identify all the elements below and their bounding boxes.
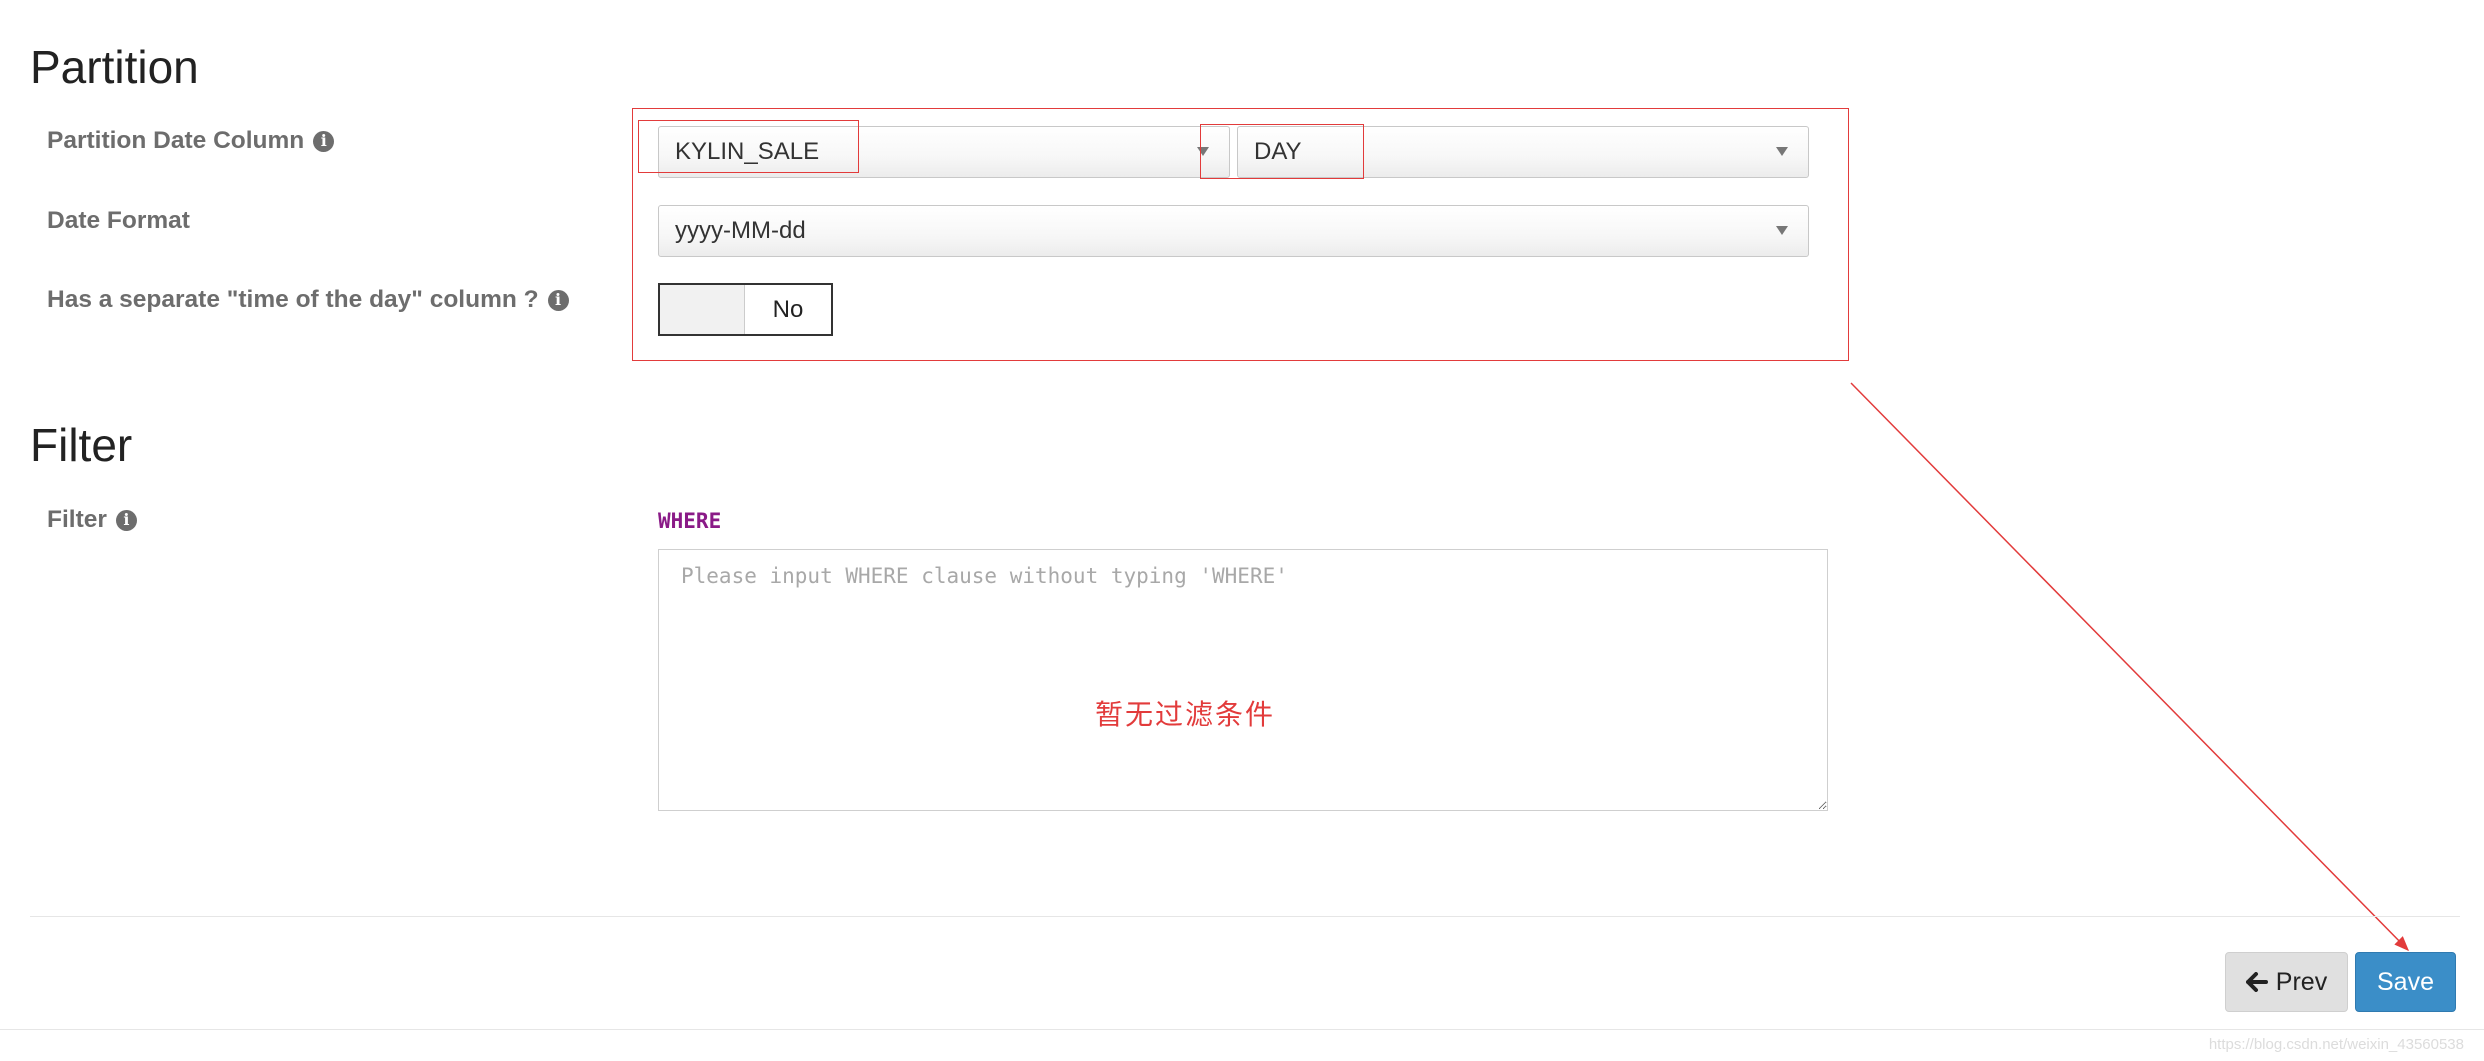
toggle-state-label: No <box>772 295 804 323</box>
partition-date-column-label: Partition Date Column i <box>47 127 335 155</box>
info-icon[interactable]: i <box>115 509 137 531</box>
footer-divider <box>30 916 2460 917</box>
filter-where-clause-textarea[interactable] <box>658 549 1828 811</box>
filter-section-title: Filter <box>30 419 133 471</box>
caret-down-icon <box>1776 147 1788 156</box>
no-filter-annotation: 暂无过滤条件 <box>1095 698 1276 731</box>
info-icon[interactable]: i <box>313 130 335 152</box>
watermark: https://blog.csdn.net/weixin_43560538 <box>2208 1036 2464 1053</box>
time-of-day-toggle[interactable]: No <box>658 283 833 336</box>
info-icon[interactable]: i <box>547 289 569 311</box>
caret-down-icon <box>1776 226 1788 235</box>
toggle-knob <box>660 285 745 334</box>
where-keyword: WHERE <box>658 509 722 533</box>
partition-column-select-value: DAY <box>1254 138 1302 165</box>
partition-section-title: Partition <box>30 41 199 93</box>
time-of-day-label: Has a separate "time of the day" column … <box>47 286 569 314</box>
filter-label-text: Filter <box>47 506 107 533</box>
save-button-label: Save <box>2377 967 2434 996</box>
date-format-select-value: yyyy-MM-dd <box>675 217 806 244</box>
partition-date-column-label-text: Partition Date Column <box>47 127 305 154</box>
bottom-divider <box>0 1029 2484 1030</box>
save-button[interactable]: Save <box>2355 952 2456 1012</box>
date-format-select[interactable]: yyyy-MM-dd <box>658 205 1809 257</box>
partition-column-select[interactable]: DAY <box>1237 126 1809 178</box>
time-of-day-label-text: Has a separate "time of the day" column … <box>47 286 539 313</box>
date-format-label-text: Date Format <box>47 207 190 234</box>
prev-button-label: Prev <box>2275 967 2328 996</box>
arrow-left-icon <box>2245 972 2268 992</box>
caret-down-icon <box>1197 147 1209 156</box>
partition-table-select-value: KYLIN_SALE <box>675 138 820 165</box>
date-format-label: Date Format <box>47 207 190 235</box>
partition-table-select[interactable]: KYLIN_SALE <box>658 126 1230 178</box>
prev-button[interactable]: Prev <box>2225 952 2348 1012</box>
filter-label: Filter i <box>47 506 137 534</box>
